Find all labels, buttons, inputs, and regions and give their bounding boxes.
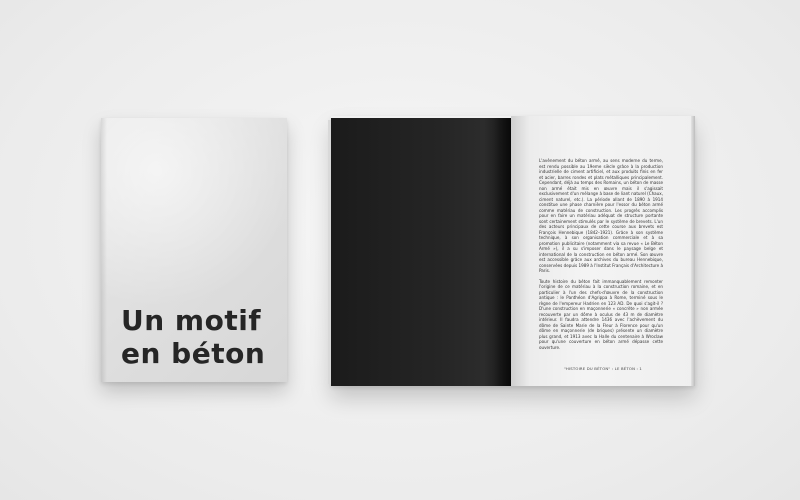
mockup-scene: Un motif en béton L'avènement du béton a…	[0, 0, 800, 500]
cover-title-line-1: Un motif	[121, 304, 261, 337]
right-page: L'avènement du béton armé, au sens moder…	[511, 116, 695, 386]
page-footer: "HISTOIRE DU BÉTON" : LE BÉTON : 1	[563, 366, 643, 371]
paragraph-2: Toute histoire du béton fait immanquable…	[539, 278, 663, 350]
cover-title: Un motif en béton	[121, 304, 265, 370]
booklet-cover: Un motif en béton	[101, 118, 287, 382]
page-body-text: L'avènement du béton armé, au sens moder…	[539, 158, 663, 355]
paragraph-1: L'avènement du béton armé, au sens moder…	[539, 158, 663, 273]
left-page-black	[331, 118, 511, 386]
open-booklet-spread: L'avènement du béton armé, au sens moder…	[328, 116, 695, 386]
cover-title-line-2: en béton	[121, 337, 266, 370]
